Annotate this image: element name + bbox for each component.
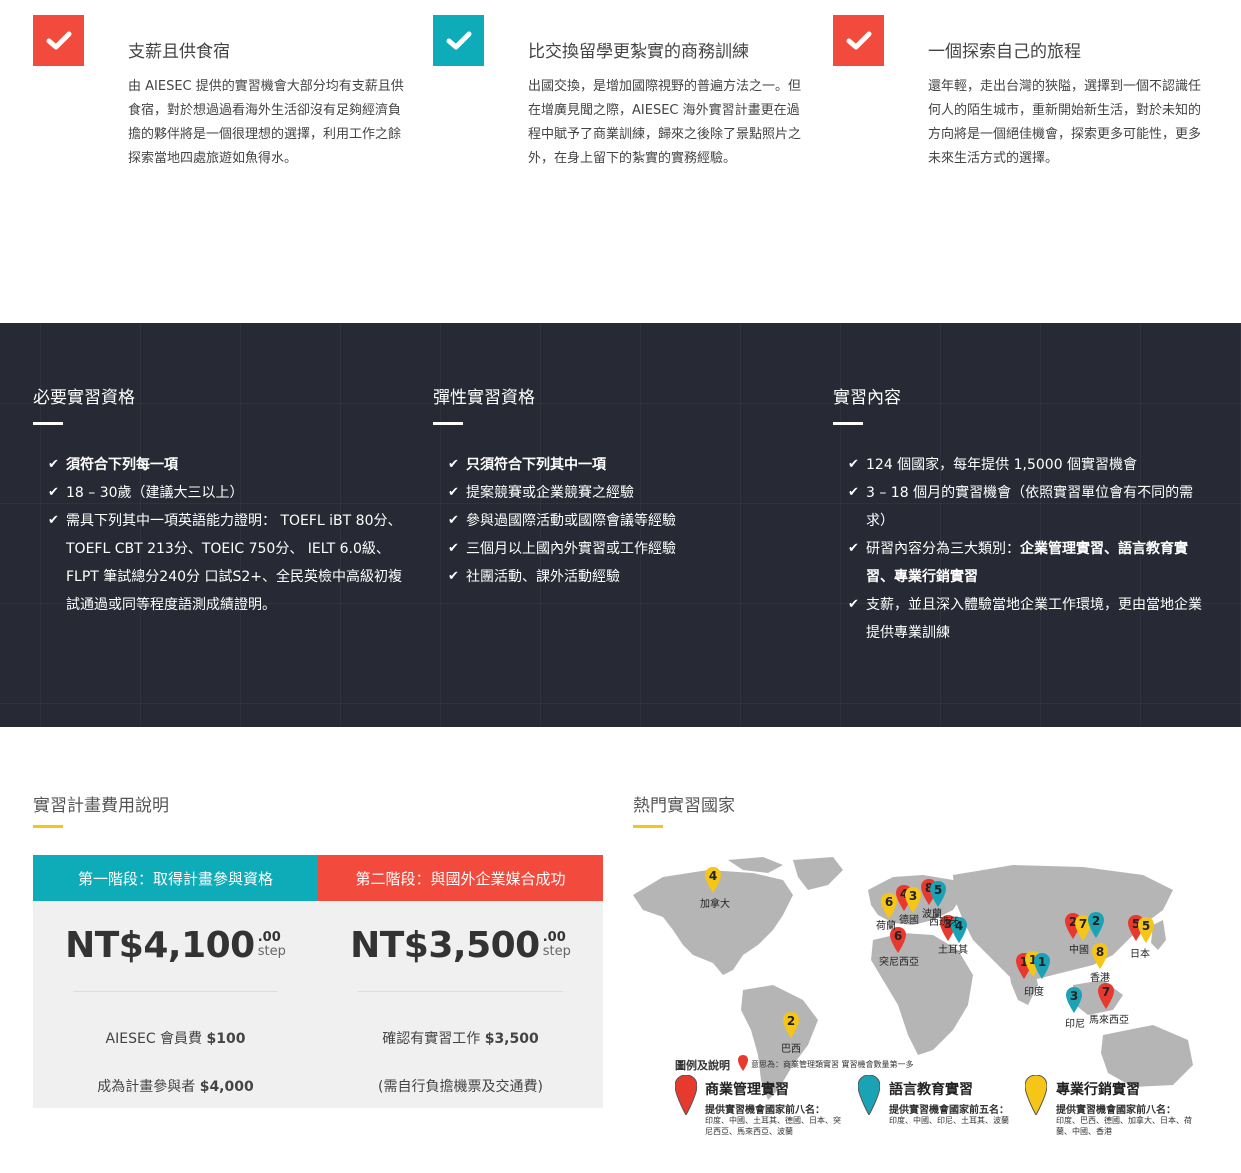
legend-cat-title: 語言教育實習 [889,1082,973,1098]
fee-line: AIESEC 會員費 $100 [105,1031,246,1047]
check-icon: ✔ [848,597,859,612]
title-underline [33,825,63,828]
country-label: 突尼西亞 [879,957,919,968]
column-title: 彈性實習資格 [433,388,535,408]
map-pin: 7 [1098,983,1114,1013]
country-label: 巴西 [781,1044,801,1055]
country-label: 日本 [1130,949,1150,960]
list-item: ✔ 研習內容分為三大類別：企業管理實習、語言教育實習、專業行銷實習 [848,535,1208,591]
list-item: ✔ 18 – 30歲（建議大三以上） [48,479,408,507]
check-icon: ✔ [448,513,459,528]
map-pin: 1 [1034,953,1050,983]
check-icon: ✔ [48,513,59,528]
list-item: ✔ 參與過國際活動或國際會議等經驗 [448,507,808,535]
world-map: 4 6 4 3 8 5 6 3 4 2 7 2 8 5 5 1 1 1 3 7 … [633,855,1208,1145]
fee-line: (需自行負擔機票及交通費) [378,1079,543,1095]
country-label: 土耳其 [938,945,968,956]
stage2-header: 第二階段：與國外企業媒合成功 [318,855,603,901]
map-pin: 2 [1088,912,1104,942]
feature-text: 還年輕，走出台灣的狹隘，選擇到一個不認識任何人的陌生城市，重新開始新生活，對於未… [928,79,1202,166]
list-item: ✔ 提案競賽或企業競賽之經驗 [448,479,808,507]
column-title: 實習內容 [833,388,901,408]
map-pin: 3 [1066,987,1082,1017]
check-icon: ✔ [448,485,459,500]
check-icon: ✔ [448,541,459,556]
stage1-header: 第一階段：取得計畫參與資格 [33,855,318,901]
country-label: 印尼 [1065,1019,1085,1030]
country-label: 加拿大 [700,899,730,910]
list-item: ✔ 支薪，並且深入體驗當地企業工作環境，更由當地企業提供專業訓練 [848,591,1208,647]
check-icon [433,15,484,66]
internship-content: 實習內容 ✔ 124 個國家，每年提供 1,5000 個實習機會 ✔ 3 – 18 … [833,383,1208,647]
list-item: ✔ 3 – 18 個月的實習機會（依照實習單位會有不同的需求） [848,479,1208,535]
feature-title: 支薪且供食宿 [128,42,230,62]
fee-line: 確認有實習工作 $3,500 [382,1031,539,1047]
legend-note: 意思為：商業管理類實習 實習機會數量第一多 [751,1060,914,1069]
check-icon: ✔ [848,485,859,500]
feature-title: 一個探索自己的旅程 [928,42,1081,62]
title-underline [33,422,63,425]
divider [358,991,563,992]
divider [73,991,278,992]
legend-cat-list: 印度、巴西、德國、加拿大、日本、荷蘭、中國、香港 [1056,1116,1192,1136]
stage1-amount: NT$4,100.00 step [65,925,286,966]
column-title: 必要實習資格 [33,388,135,408]
price-table: 第一階段：取得計畫參與資格 第二階段：與國外企業媒合成功 NT$4,100.00… [33,855,603,1108]
list-item: ✔ 只須符合下列其中一項 [448,451,808,479]
language-pin-icon [857,1074,881,1119]
check-icon: ✔ [848,541,859,556]
map-pin: 4 [705,867,721,897]
title-underline [633,825,663,828]
list-item: ✔ 需具下列其中一項英語能力證明： TOEFL iBT 80分、TOEFL CBT… [48,507,408,619]
check-icon: ✔ [848,457,859,472]
fees-title: 實習計畫費用說明 [33,796,169,816]
legend-cat-sub: 提供實習機會國家前八名： [705,1105,825,1116]
country-label: 德國 [899,915,919,926]
check-icon [33,15,84,66]
title-underline [833,422,863,425]
features-section: 支薪且供食宿 由 AIESEC 提供的實習機會大部分均有支薪且供食宿，對於想過過… [0,0,1241,323]
legend-cat-sub: 提供實習機會國家前五名： [889,1105,1009,1116]
check-icon: ✔ [48,485,59,500]
marketing-pin-icon [1024,1074,1048,1119]
country-label: 中國 [1069,945,1089,956]
check-circle-icon: ✔ [48,457,59,472]
check-circle-icon: ✔ [448,457,459,472]
country-label: 香港 [1090,973,1110,984]
feature-title: 比交換留學更紮實的商務訓練 [528,42,749,62]
country-label: 印度 [1024,987,1044,998]
required-qualifications: 必要實習資格 ✔ 須符合下列每一項 ✔ 18 – 30歲（建議大三以上） ✔ 需具下列… [33,383,408,619]
legend-cat-list: 印度、中國、土耳其、德國、日本、突尼西亞、馬來西亞、波蘭 [705,1116,841,1136]
country-label: 荷蘭 [876,921,896,932]
check-icon: ✔ [448,569,459,584]
business-pin-icon [674,1074,698,1119]
country-label: 西班牙 [929,917,959,928]
map-pin: 2 [783,1012,799,1042]
map-pin: 5 [1138,917,1154,947]
feature-text: 出國交換，是增加國際視野的普遍方法之一。但在增廣見聞之際，AIESEC 海外實習… [528,79,802,166]
check-icon [833,15,884,66]
countries-title: 熱門實習國家 [633,796,735,816]
legend-cat-title: 專業行銷實習 [1056,1082,1140,1098]
title-underline [433,422,463,425]
stage2-amount: NT$3,500.00 step [350,925,571,966]
country-label: 馬來西亞 [1089,1015,1129,1026]
qualifications-section: 必要實習資格 ✔ 須符合下列每一項 ✔ 18 – 30歲（建議大三以上） ✔ 需具下列… [0,323,1241,727]
list-item: ✔ 須符合下列每一項 [48,451,408,479]
legend-sample-pin [738,1055,748,1075]
fee-line: 成為計畫參與者 $4,000 [97,1079,254,1095]
list-item: ✔ 社團活動、課外活動經驗 [448,563,808,591]
flexible-qualifications: 彈性實習資格 ✔ 只須符合下列其中一項 ✔ 提案競賽或企業競賽之經驗 ✔ 參與過國際活… [433,383,808,591]
legend-cat-list: 印度、中國、印尼、土耳其、波蘭 [889,1116,1009,1125]
legend-title: 圖例及說明 [675,1059,730,1072]
legend-cat-title: 商業管理實習 [705,1082,789,1098]
list-item: ✔ 三個月以上國內外實習或工作經驗 [448,535,808,563]
legend-cat-sub: 提供實習機會國家前八名： [1056,1105,1176,1116]
list-item: ✔ 124 個國家，每年提供 1,5000 個實習機會 [848,451,1208,479]
feature-text: 由 AIESEC 提供的實習機會大部分均有支薪且供食宿，對於想過過看海外生活卻沒… [128,79,404,166]
